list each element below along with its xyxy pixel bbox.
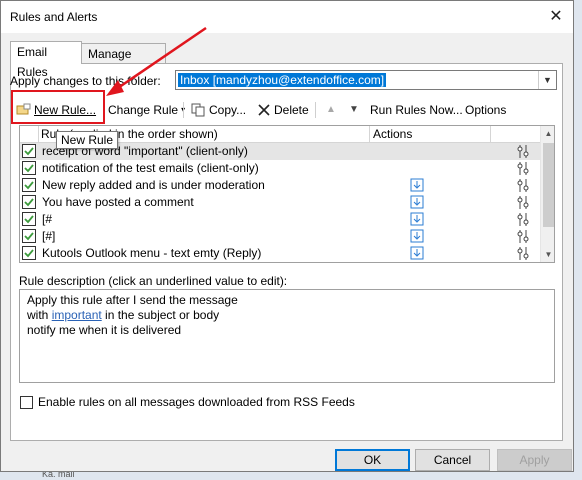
rules-and-alerts-dialog: Rules and Alerts ✕ Email Rules Manage Al… [0, 0, 574, 472]
rule-checkbox[interactable] [22, 161, 36, 175]
rss-checkbox[interactable] [20, 395, 33, 409]
arrow-up-icon: ▲ [326, 104, 336, 115]
rule-checkbox[interactable] [22, 246, 36, 260]
rule-name: [#] [42, 229, 56, 243]
description-line: Apply this rule after I send the message [27, 293, 238, 307]
close-icon[interactable]: ✕ [539, 1, 573, 33]
tab-label: Email Rules [17, 45, 48, 79]
move-down-button[interactable]: ▼ [349, 99, 359, 121]
tab-email-rules[interactable]: Email Rules [10, 41, 82, 79]
delete-button[interactable]: Delete [257, 99, 309, 121]
column-divider [369, 126, 370, 142]
options-button[interactable]: Options [465, 99, 506, 121]
apply-button[interactable]: Apply [497, 449, 572, 471]
rule-checkbox[interactable] [22, 178, 36, 192]
rule-row[interactable]: Kutools Outlook menu - text emty (Reply) [20, 245, 540, 262]
rule-options-icon[interactable] [517, 161, 529, 176]
rule-options-icon[interactable] [517, 178, 529, 193]
rule-row[interactable]: You have posted a comment [20, 194, 540, 211]
rule-options-icon[interactable] [517, 195, 529, 210]
rule-rows: receipt of word "important" (client-only… [20, 143, 540, 262]
folder-selected-value: Inbox [mandyzhou@extendoffice.com] [176, 72, 388, 88]
rule-checkbox[interactable] [22, 212, 36, 226]
options-label: Options [465, 103, 507, 117]
description-line: notify me when it is delivered [27, 323, 182, 337]
run-rules-now-button[interactable]: Run Rules Now... [370, 99, 463, 121]
move-to-folder-icon [410, 195, 424, 209]
rule-name: You have posted a comment [42, 195, 194, 209]
vertical-scrollbar[interactable]: ▲ ▼ [540, 126, 554, 262]
rule-name: notification of the test emails (client-… [42, 161, 259, 175]
column-header-actions[interactable]: Actions [373, 127, 412, 141]
arrow-down-icon: ▼ [349, 104, 359, 115]
rule-options-icon[interactable] [517, 229, 529, 244]
rule-name: New reply added and is under moderation [42, 178, 265, 192]
rule-row[interactable]: New reply added and is under moderation [20, 177, 540, 194]
scroll-up-icon[interactable]: ▲ [541, 126, 554, 141]
rule-row[interactable]: notification of the test emails (client-… [20, 160, 540, 177]
column-divider [490, 126, 491, 142]
rss-label: Enable rules on all messages downloaded … [38, 395, 355, 409]
delete-label: Delete [274, 103, 309, 117]
rule-checkbox[interactable] [22, 144, 36, 158]
chevron-down-icon[interactable]: ▼ [538, 71, 556, 89]
tab-manage-alerts[interactable]: Manage Alerts [81, 43, 166, 81]
copy-button[interactable]: Copy... [191, 99, 246, 121]
cancel-button[interactable]: Cancel [415, 449, 490, 471]
rule-options-icon[interactable] [517, 212, 529, 227]
header-checkbox-column [20, 126, 39, 142]
folder-dropdown[interactable]: Inbox [mandyzhou@extendoffice.com] ▼ [175, 70, 557, 90]
rule-options-icon[interactable] [517, 246, 529, 261]
move-up-button[interactable]: ▲ [326, 99, 336, 121]
rule-description-label: Rule description (click an underlined va… [19, 274, 288, 288]
toolbar-divider [183, 102, 184, 118]
rule-row[interactable]: [#] [20, 228, 540, 245]
background-window-bottom: Ka. mail [0, 469, 582, 480]
annotation-highlight-box [11, 90, 105, 124]
rule-name: [# [42, 212, 53, 226]
move-to-folder-icon [410, 246, 424, 260]
new-rule-tooltip: New Rule [56, 131, 119, 149]
rule-checkbox[interactable] [22, 195, 36, 209]
move-to-folder-icon [410, 212, 424, 226]
rss-rules-option[interactable]: Enable rules on all messages downloaded … [20, 395, 355, 409]
move-to-folder-icon [410, 229, 424, 243]
move-to-folder-icon [410, 178, 424, 192]
toolbar-divider [315, 102, 316, 118]
dialog-title: Rules and Alerts [10, 10, 98, 24]
rule-checkbox[interactable] [22, 229, 36, 243]
scrollbar-thumb[interactable] [543, 143, 554, 227]
copy-label: Copy... [209, 103, 247, 117]
title-bar: Rules and Alerts ✕ [1, 1, 573, 33]
description-text: with [27, 308, 52, 322]
description-text: in the subject or body [101, 308, 220, 322]
change-rule-label: Change Rule [108, 103, 179, 117]
rule-name: Kutools Outlook menu - text emty (Reply) [42, 246, 262, 260]
change-rule-button[interactable]: Change Rule ▾ [108, 99, 185, 121]
ok-button[interactable]: OK [335, 449, 410, 471]
scroll-down-icon[interactable]: ▼ [541, 247, 554, 262]
description-line: with important in the subject or body [27, 308, 219, 322]
rule-description-box: Apply this rule after I send the message… [19, 289, 555, 383]
rule-options-icon[interactable] [517, 144, 529, 159]
rule-row[interactable]: [# [20, 211, 540, 228]
delete-x-icon [258, 104, 270, 116]
condition-value-link[interactable]: important [52, 308, 102, 322]
copy-icon [191, 103, 205, 117]
run-rules-label: Run Rules Now... [370, 103, 463, 117]
background-window [574, 0, 582, 480]
